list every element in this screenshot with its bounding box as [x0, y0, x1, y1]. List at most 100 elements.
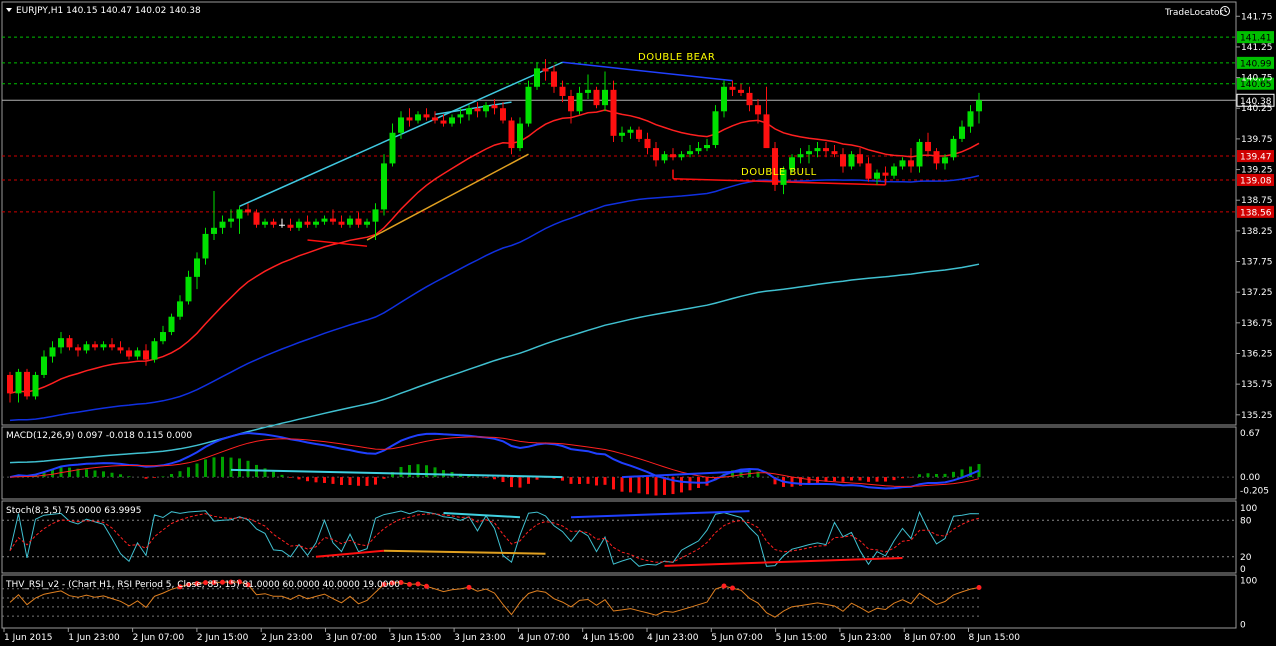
candle-body [15, 371, 22, 394]
candle-body [882, 172, 889, 176]
candle-body [398, 117, 404, 133]
x-tick-label: 2 Jun 07:00 [133, 633, 185, 643]
stoch-tick-label: 80 [1240, 516, 1252, 526]
support-trend-line [366, 153, 529, 241]
candle-body [7, 374, 13, 394]
candle-body [92, 344, 98, 348]
candle-body [41, 356, 47, 375]
x-tick-label: 5 Jun 15:00 [776, 633, 828, 643]
candle-body [177, 301, 183, 317]
rsi-overbought-dot [466, 584, 472, 590]
candle-body [304, 221, 311, 225]
candle-body [415, 114, 421, 121]
chart-canvas[interactable]: 141.41140.99140.65140.38139.47139.08138.… [0, 0, 1276, 646]
candle-body [83, 344, 90, 351]
axis-labels: 141.75 141.25 140.75 140.25 139.75 139.25 138.… [3, 12, 1273, 643]
candle-body [126, 350, 132, 357]
y-tick-label: 137.75 [1241, 258, 1273, 268]
candle-body [347, 218, 353, 225]
x-tick-label: 3 Jun 07:00 [326, 633, 378, 643]
double-bottom-line [307, 239, 368, 247]
candle-body [857, 154, 863, 164]
candle-body [287, 224, 294, 228]
candle-body [491, 105, 498, 109]
rsi-tick-label: 100 [1240, 576, 1257, 586]
candle-body [525, 86, 532, 124]
double-bear-label: DOUBLE BEAR [638, 52, 715, 63]
stoch-tick-label: 20 [1240, 553, 1252, 563]
candle-body [678, 154, 685, 158]
candle-body [670, 154, 676, 158]
candle-body [644, 138, 651, 149]
stoch-label: Stoch(8,3,5) 75.0000 63.9995 [6, 506, 141, 516]
candle-body [636, 129, 642, 139]
y-tick-label: 136.75 [1241, 319, 1273, 329]
candle-body [559, 86, 566, 96]
x-tick-label: 5 Jun 07:00 [711, 633, 763, 643]
candle-body [211, 227, 217, 234]
rsi-overbought-dot [730, 585, 735, 591]
candle-body [942, 157, 948, 164]
macd-tick-label: 0.67 [1240, 429, 1260, 439]
y-tick-label: 139.75 [1241, 135, 1273, 145]
candle-body [313, 221, 319, 225]
candle-body [143, 350, 149, 360]
candle-body [848, 154, 855, 167]
candle-body [823, 148, 829, 152]
rsi-overbought-dot [415, 581, 421, 587]
y-tick-label: 137.25 [1241, 288, 1273, 298]
candle-body [185, 276, 192, 302]
stoch-tick-label: 100 [1240, 504, 1257, 514]
candle-body [270, 221, 277, 225]
candle-body [381, 163, 387, 210]
candle-body [457, 114, 464, 118]
candle-body [449, 117, 455, 124]
candle-body [899, 160, 906, 167]
rsi-overbought-dot [976, 584, 982, 590]
y-tick-label: 139.25 [1241, 166, 1273, 176]
x-tick-label: 4 Jun 23:00 [647, 633, 699, 643]
x-tick-label: 4 Jun 15:00 [583, 633, 635, 643]
stoch-trend-line [383, 549, 546, 555]
candle-body [763, 114, 770, 149]
candle-body [695, 148, 702, 152]
candle-body [321, 218, 328, 222]
menu-triangle-icon[interactable] [6, 8, 12, 12]
x-tick-label: 4 Jun 07:00 [518, 633, 570, 643]
double-bull-label: DOUBLE BULL [741, 167, 817, 178]
level-badge-text: 139.08 [1240, 176, 1272, 186]
candle-body [440, 120, 447, 124]
x-tick-label: 3 Jun 15:00 [390, 633, 442, 643]
candle-body [729, 86, 736, 90]
y-tick-label: 140.25 [1241, 104, 1273, 114]
candle-body [610, 89, 617, 136]
candle-body [66, 338, 73, 348]
candle-body [653, 148, 659, 161]
candle-body [32, 374, 39, 397]
candle-body [134, 350, 141, 357]
candle-body [219, 221, 226, 228]
candle-body [542, 68, 549, 72]
candle-body [831, 151, 838, 155]
candle-body [194, 258, 200, 277]
candle-body [746, 92, 753, 106]
y-tick-label: 141.75 [1241, 12, 1273, 22]
candle-body [117, 347, 124, 351]
candle-body [151, 341, 158, 360]
y-tick-label: 141.25 [1241, 43, 1273, 53]
rsi-overbought-dot [721, 583, 727, 589]
level-badge-text: 139.47 [1240, 153, 1272, 163]
y-tick-label: 140.75 [1241, 74, 1273, 84]
macd-tick-label: -0.205 [1240, 486, 1269, 496]
candle-body [279, 224, 285, 226]
candle-body [534, 68, 540, 87]
candle-body [236, 209, 243, 219]
candles [7, 59, 982, 403]
level-badge-text: 140.99 [1240, 59, 1272, 69]
candle-body [593, 89, 600, 106]
candle-body [296, 221, 302, 228]
candle-body [474, 108, 481, 112]
candle-body [602, 89, 608, 106]
stoch-trend-line [443, 511, 521, 519]
candle-body [500, 108, 506, 121]
